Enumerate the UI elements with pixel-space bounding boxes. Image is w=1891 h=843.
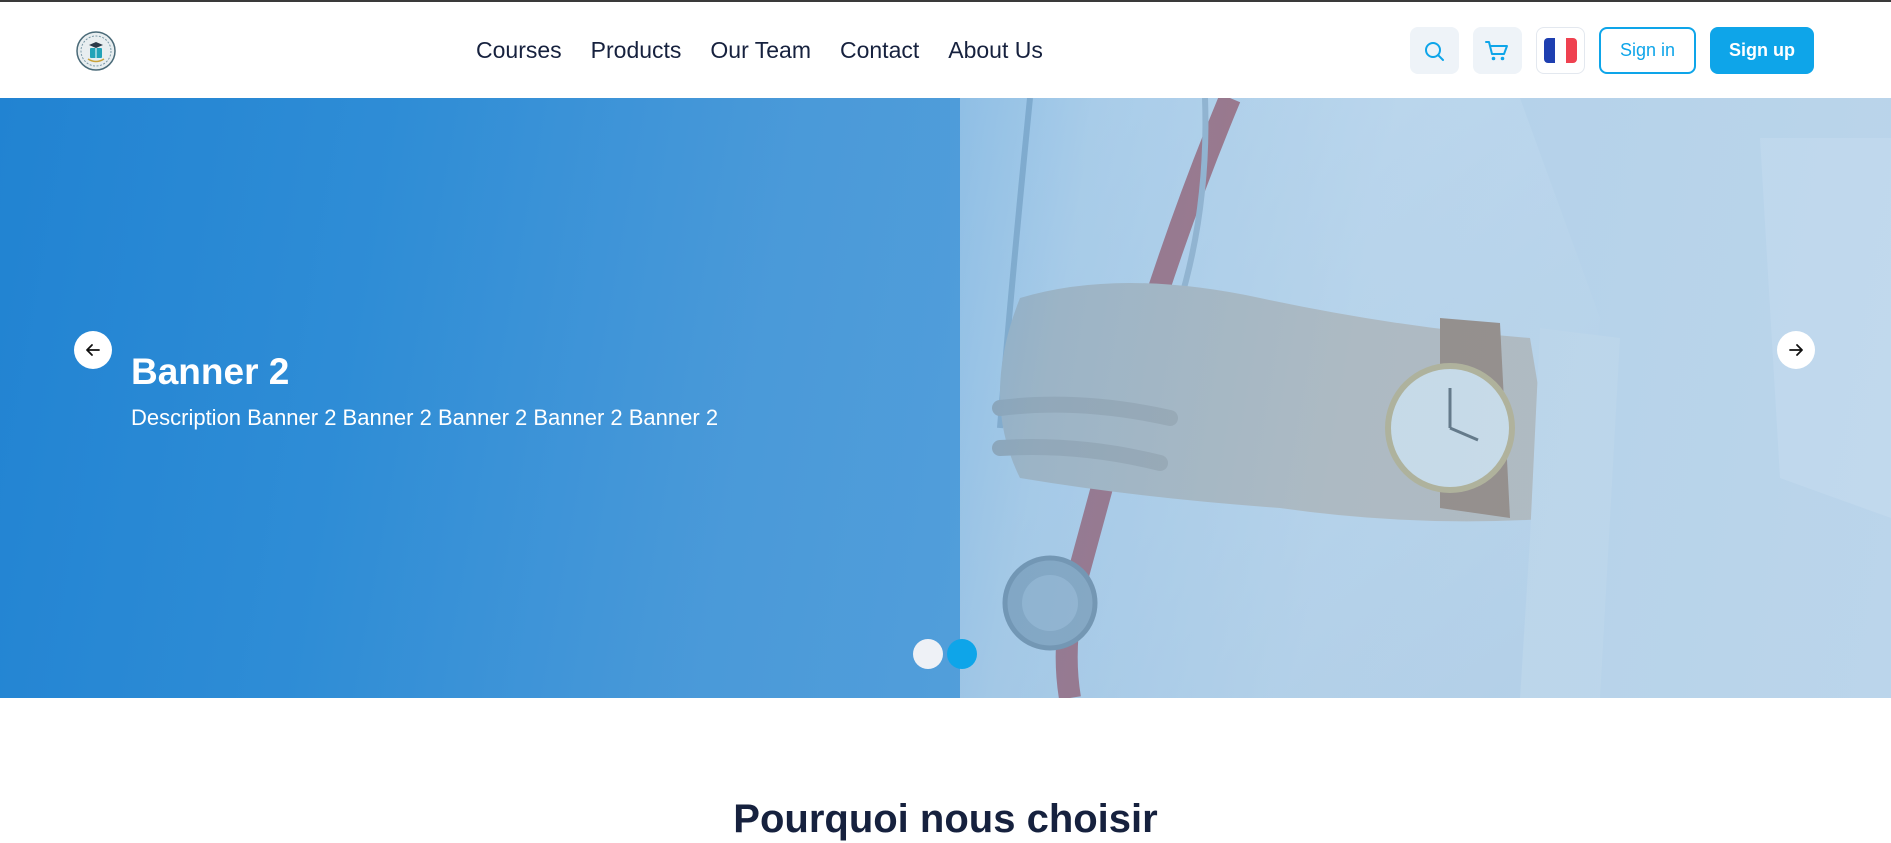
hero-title: Banner 2 (131, 351, 290, 392)
carousel-dot-1[interactable] (913, 639, 943, 669)
hero-banner: Banner 2 Description Banner 2 Banner 2 B… (0, 98, 1891, 698)
school-emblem-logo[interactable] (76, 31, 116, 71)
hero-gradient-overlay (0, 98, 1891, 698)
nav-actions: Sign in Sign up (1409, 27, 1814, 74)
sign-in-button[interactable]: Sign in (1598, 27, 1696, 74)
carousel-dot-2-active[interactable] (947, 639, 977, 669)
sign-up-button[interactable]: Sign up (1710, 27, 1814, 74)
nav-link-products[interactable]: Products (591, 36, 682, 64)
search-button[interactable] (1409, 27, 1459, 74)
carousel-pagination (913, 639, 977, 669)
nav-link-contact[interactable]: Contact (840, 36, 919, 64)
cart-button[interactable] (1472, 27, 1522, 74)
language-button[interactable] (1535, 27, 1585, 74)
nav-link-courses[interactable]: Courses (476, 36, 562, 64)
france-flag-icon (1543, 38, 1577, 63)
nav-link-about-us[interactable]: About Us (948, 36, 1043, 64)
hero-description: Description Banner 2 Banner 2 Banner 2 B… (131, 405, 719, 430)
arrow-right-icon (1789, 344, 1803, 356)
cart-icon (1485, 40, 1509, 60)
search-icon (1425, 41, 1445, 61)
main-nav: Courses Products Our Team Contact About … (476, 36, 1043, 64)
carousel-prev-button[interactable] (74, 331, 112, 369)
school-emblem-icon (76, 31, 116, 71)
nav-link-our-team[interactable]: Our Team (710, 36, 811, 64)
arrow-left-icon (86, 344, 100, 356)
navbar: Courses Products Our Team Contact About … (0, 2, 1891, 98)
carousel-next-button[interactable] (1777, 331, 1815, 369)
section-title: Pourquoi nous choisir (733, 797, 1158, 841)
